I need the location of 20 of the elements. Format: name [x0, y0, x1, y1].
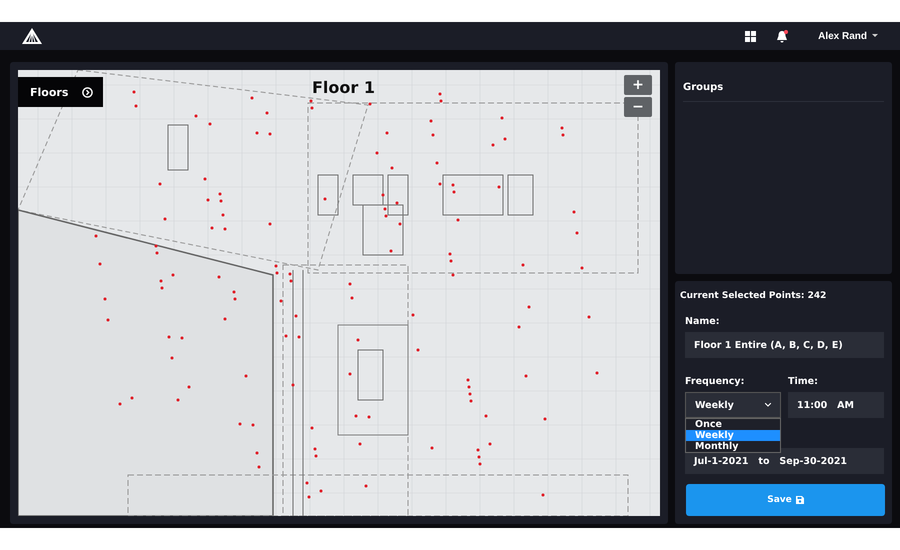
chevron-circle-icon	[82, 86, 94, 98]
user-menu[interactable]: Alex Rand	[818, 30, 878, 42]
zoom-in-button[interactable]: +	[624, 75, 652, 95]
time-field[interactable]: 11:00 AM	[788, 392, 884, 418]
zoom-out-button[interactable]: −	[624, 97, 652, 117]
name-label: Name:	[685, 316, 721, 327]
name-field[interactable]: Floor 1 Entire (A, B, C, D, E)	[685, 332, 884, 358]
groups-heading: Groups	[683, 62, 884, 102]
frequency-dropdown[interactable]: Weekly	[685, 392, 781, 418]
caret-icon	[872, 34, 878, 38]
frequency-label: Frequency:	[685, 376, 746, 387]
floors-button[interactable]: Floors	[18, 77, 104, 107]
bell-icon[interactable]	[776, 30, 788, 42]
logo-icon[interactable]	[22, 28, 42, 44]
time-label: Time:	[788, 376, 819, 387]
chevron-down-icon	[765, 403, 771, 407]
selected-points-count: Current Selected Points: 242	[680, 291, 828, 301]
floor-title: Floor 1	[312, 78, 375, 97]
frequency-option[interactable]: Once	[686, 419, 780, 430]
grid-icon[interactable]	[745, 30, 756, 42]
